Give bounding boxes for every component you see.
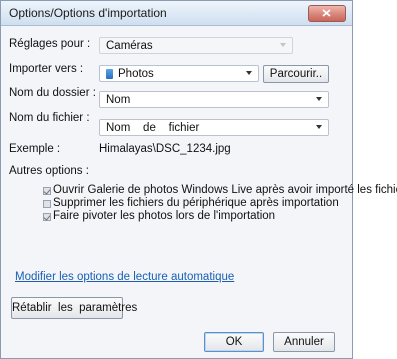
import-to-value: Photos bbox=[118, 68, 154, 80]
reset-settings-button[interactable]: Rétablir les paramètres bbox=[11, 297, 137, 319]
close-icon bbox=[322, 9, 331, 17]
folder-name-value: Nom bbox=[106, 94, 131, 106]
delete-files-checkbox[interactable] bbox=[43, 200, 51, 208]
import-options-dialog: Options/Options d'importation Réglages p… bbox=[0, 0, 397, 359]
cancel-button[interactable]: Annuler bbox=[273, 332, 335, 352]
folder-name-select[interactable]: Nom bbox=[99, 91, 329, 108]
file-name-value: Nom de fichier bbox=[106, 122, 200, 134]
dialog-title: Options/Options d'importation bbox=[9, 6, 167, 20]
open-gallery-checkbox[interactable] bbox=[43, 187, 51, 195]
example-label: Exemple : bbox=[9, 143, 61, 155]
title-bar[interactable]: Options/Options d'importation bbox=[1, 1, 352, 26]
rotate-photos-label: Faire pivoter les photos lors de l'impor… bbox=[53, 210, 276, 222]
browse-button[interactable]: Parcourir.. bbox=[263, 65, 329, 83]
chevron-down-icon bbox=[280, 43, 286, 47]
autoplay-options-link[interactable]: Modifier les options de lecture automati… bbox=[15, 271, 234, 283]
other-options-label: Autres options : bbox=[9, 165, 89, 177]
chevron-down-icon bbox=[246, 71, 252, 75]
example-value: Himalayas\DSC_1234.jpg bbox=[99, 143, 231, 155]
rotate-photos-checkbox[interactable] bbox=[43, 213, 51, 221]
settings-for-value: Caméras bbox=[106, 40, 153, 52]
file-name-label: Nom du fichier : bbox=[9, 112, 90, 124]
ok-button[interactable]: OK bbox=[204, 332, 264, 352]
delete-files-label: Supprimer les fichiers du périphérique a… bbox=[53, 197, 339, 209]
chevron-down-icon bbox=[316, 125, 322, 129]
import-to-select[interactable]: Photos bbox=[99, 65, 259, 82]
folder-name-label: Nom du dossier : bbox=[9, 87, 96, 99]
photos-folder-icon bbox=[106, 69, 113, 79]
import-to-label: Importer vers : bbox=[9, 63, 84, 75]
close-button[interactable] bbox=[308, 5, 346, 22]
chevron-down-icon bbox=[316, 97, 322, 101]
open-gallery-label: Ouvrir Galerie de photos Windows Live ap… bbox=[53, 184, 397, 196]
settings-for-label: Réglages pour : bbox=[9, 38, 91, 50]
file-name-select[interactable]: Nom de fichier bbox=[99, 119, 329, 136]
settings-for-select[interactable]: Caméras bbox=[99, 37, 293, 54]
